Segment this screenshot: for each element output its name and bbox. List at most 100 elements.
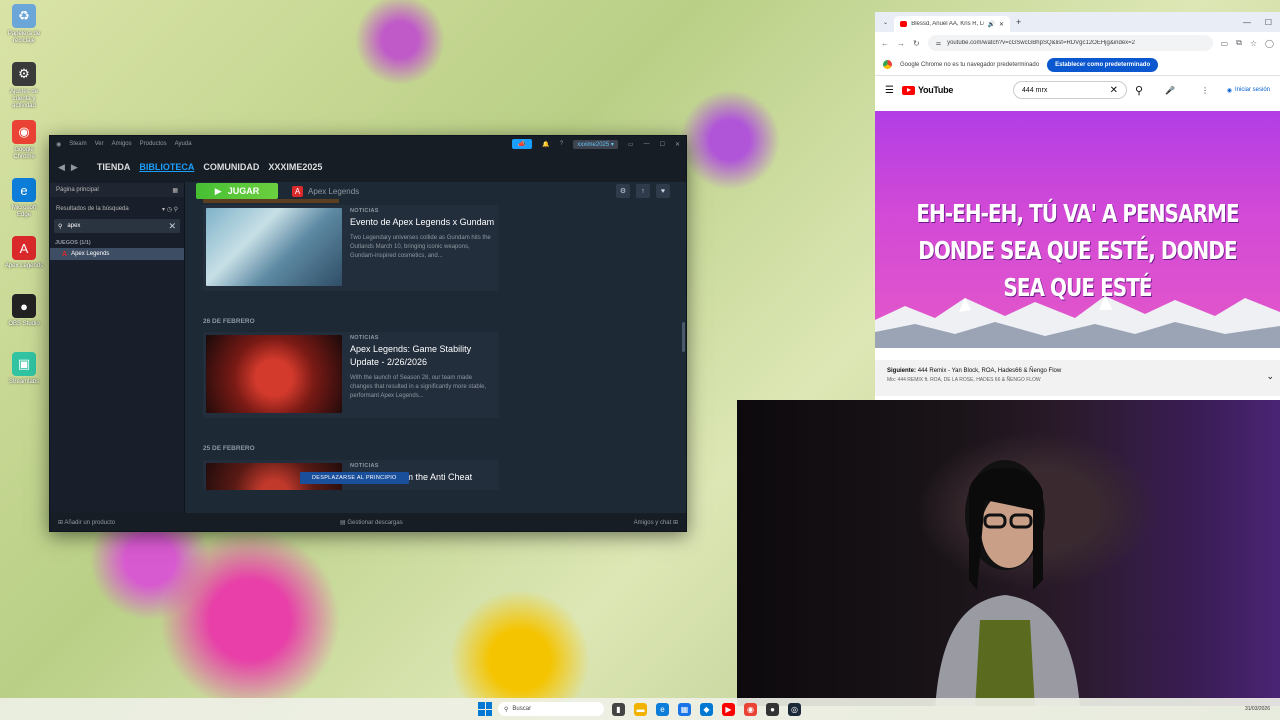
desktop-icon[interactable]: ● OBS Studio — [4, 294, 44, 350]
desktop-icon[interactable]: ▣ Streamlabs — [4, 352, 44, 408]
desktop-icon[interactable]: ◉ Google Chrome — [4, 120, 44, 176]
up-next-subtitle: Mix: 444 REMIX ft. ROA, DE LA ROSE, HADE… — [887, 377, 1041, 383]
menu-friends[interactable]: Amigos — [112, 141, 132, 147]
chrome-icon[interactable]: ◉ — [744, 702, 757, 716]
library-search-input[interactable]: ⚲ apex ✕ — [54, 219, 180, 233]
chevron-down-icon[interactable]: ▾ ◷ ⚲ — [162, 206, 178, 213]
tab-close-icon[interactable]: ✕ — [999, 21, 1004, 28]
cast-icon[interactable]: ▭ — [1221, 39, 1229, 48]
site-info-icon[interactable]: ⚌ — [936, 40, 941, 47]
maximize-icon[interactable]: ☐ — [1265, 18, 1272, 27]
windows-start-icon[interactable] — [478, 702, 492, 716]
favorite-heart-icon[interactable]: ♥ — [656, 184, 670, 198]
chevron-down-icon[interactable]: ⌄ — [1266, 371, 1274, 382]
settings-icon[interactable]: ⚙ — [616, 184, 630, 198]
set-default-button[interactable]: Establecer como predeterminado — [1047, 57, 1159, 72]
sidebar-results-header[interactable]: Resultados de la búsqueda ▾ ◷ ⚲ — [50, 202, 184, 216]
bookmark-star-icon[interactable]: ☆ — [1250, 39, 1257, 48]
steam-footer: ⊞ Añadir un producto ▤ Gestionar descarg… — [50, 513, 686, 531]
minimize-icon[interactable]: — — [644, 141, 650, 147]
back-icon[interactable]: ← — [881, 39, 889, 48]
desktop-icon-label: Ajustes de cuenta y actividad — [9, 89, 39, 109]
account-dropdown[interactable]: xxxime2025 ▾ — [573, 139, 618, 149]
mountains-graphic — [875, 296, 1280, 348]
scroll-to-top-button[interactable]: DESPLAZARSE AL PRINCIPIO — [300, 472, 409, 484]
streamer-image — [935, 460, 1080, 706]
news-desc: With the launch of Season 28, our team m… — [350, 375, 487, 399]
microphone-icon[interactable]: 🎤 — [1165, 86, 1175, 95]
obs-icon: ● — [12, 294, 36, 318]
sidebar-home[interactable]: Página principal ▦ — [50, 183, 184, 197]
file-explorer-icon[interactable]: ▬ — [634, 702, 647, 716]
tab-strip: ⌄ Blessd, Anuel AA, Kris R, Lu... 🔊 ✕ + … — [875, 12, 1280, 32]
more-options-icon[interactable]: ⋮ — [1201, 86, 1209, 95]
scrollbar[interactable] — [682, 322, 685, 352]
profile-icon[interactable]: ◯ — [1265, 39, 1274, 48]
desktop-icon[interactable]: ♻ Papelera de reciclaje — [4, 4, 44, 60]
youtube-logo[interactable]: YouTube — [901, 85, 953, 95]
forward-icon[interactable]: → — [897, 39, 905, 48]
youtube-search-input[interactable]: 444 mrx ✕ — [1013, 81, 1128, 99]
broadcast-icon[interactable]: 📣 — [511, 139, 533, 149]
maximize-icon[interactable]: ☐ — [660, 141, 665, 148]
taskbar-search-input[interactable]: ⚲ Buscar — [498, 702, 604, 716]
search-icon[interactable]: ⚲ — [1135, 84, 1143, 97]
taskbar-apps: ▮ ▬ e ▦ ◆ ▶ ◉ ● ◎ — [612, 702, 801, 716]
obs-icon[interactable]: ● — [766, 702, 779, 716]
edge-icon[interactable]: e — [656, 702, 669, 716]
bell-icon[interactable]: 🔔 — [542, 141, 549, 148]
up-next-title: 444 Remix - Yan Block, ROA, Hades66 & Ñe… — [917, 368, 1062, 374]
tab-title: Blessd, Anuel AA, Kris R, Lu... — [911, 21, 984, 27]
play-button[interactable]: ▶ JUGAR — [196, 183, 278, 199]
video-player[interactable]: EH-EH-EH, TÚ VA' A PENSARME DONDE SEA QU… — [875, 111, 1280, 348]
sidebar-item-apex-legends[interactable]: A Apex Legends — [50, 248, 184, 260]
youtube-app-icon[interactable]: ▶ — [722, 702, 735, 716]
clear-search-icon[interactable]: ✕ — [168, 221, 176, 232]
news-card-gundam[interactable]: NOTICIAS Evento de Apex Legends x Gundam… — [203, 205, 499, 291]
youtube-header: ☰ YouTube 444 mrx ✕ ⚲ 🎤 ⋮ ◉ Iniciar sesi… — [875, 76, 1280, 104]
minimize-icon[interactable]: — — [1243, 18, 1251, 27]
address-input[interactable]: ⚌ youtube.com/watch?v=cGSwcGBhpSQ&list=R… — [927, 35, 1213, 51]
upload-icon[interactable]: ↑ — [636, 184, 650, 198]
sidebar-category[interactable]: JUEGOS (1/1) — [50, 236, 184, 248]
news-title: Apex Legends: Game Stability Update - 2/… — [350, 344, 472, 367]
friends-chat-button[interactable]: Amigos y chat ⊞ — [634, 519, 678, 526]
desktop-icon-label: Papelera de reciclaje — [7, 31, 41, 44]
close-icon[interactable]: ✕ — [675, 141, 680, 148]
tab-youtube[interactable]: Blessd, Anuel AA, Kris R, Lu... 🔊 ✕ — [894, 16, 1011, 32]
reload-icon[interactable]: ↻ — [913, 39, 920, 48]
game-title-label: Apex Legends — [308, 186, 360, 196]
task-view-icon[interactable]: ▮ — [612, 702, 625, 716]
sign-in-button[interactable]: ◉ Iniciar sesión — [1227, 87, 1270, 94]
menu-products[interactable]: Productos — [140, 141, 167, 147]
clear-search-icon[interactable]: ✕ — [1110, 85, 1118, 96]
nav-arrows-icon[interactable]: ◀▶ — [58, 162, 84, 173]
recycle-bin-icon: ♻ — [12, 4, 36, 28]
tab-search-icon[interactable]: ⌄ — [883, 19, 888, 26]
desktop-icons: ♻ Papelera de reciclaje ⚙ Ajustes de cuenta… — [4, 4, 44, 410]
desktop-icon[interactable]: ⚙ Ajustes de cuenta y actividad — [4, 62, 44, 118]
add-product-button[interactable]: ⊞ Añadir un producto — [58, 519, 115, 526]
nav-community[interactable]: COMUNIDAD — [203, 162, 259, 172]
grid-view-icon[interactable]: ▦ — [172, 187, 178, 194]
desktop-icon[interactable]: A Apex Legends — [4, 236, 44, 292]
nav-store[interactable]: TIENDA — [97, 162, 131, 172]
manage-downloads-button[interactable]: ▤ Gestionar descargas — [340, 519, 403, 526]
menu-help[interactable]: Ayuda — [175, 141, 192, 147]
bigpicture-icon[interactable]: ▭ — [628, 141, 634, 148]
new-tab-icon[interactable]: + — [1016, 17, 1021, 27]
clock[interactable]: 31/03/2026 — [1245, 706, 1270, 713]
help-icon[interactable]: ? — [560, 141, 563, 147]
nav-profile[interactable]: XXXIME2025 — [268, 162, 322, 172]
menu-steam[interactable]: Steam — [69, 141, 86, 147]
steam-icon[interactable]: ◎ — [788, 702, 801, 716]
nav-library[interactable]: BIBLIOTECA — [139, 162, 194, 172]
hamburger-menu-icon[interactable]: ☰ — [885, 85, 894, 96]
install-icon[interactable]: ⧉ — [1236, 38, 1242, 48]
up-next-panel[interactable]: Siguiente: 444 Remix - Yan Block, ROA, H… — [875, 360, 1280, 396]
menu-view[interactable]: Ver — [95, 141, 104, 147]
store-icon[interactable]: ◆ — [700, 702, 713, 716]
news-card-stability[interactable]: NOTICIAS Apex Legends: Game Stability Up… — [203, 332, 499, 418]
calculator-icon[interactable]: ▦ — [678, 702, 691, 716]
desktop-icon[interactable]: e Microsoft Edge — [4, 178, 44, 234]
